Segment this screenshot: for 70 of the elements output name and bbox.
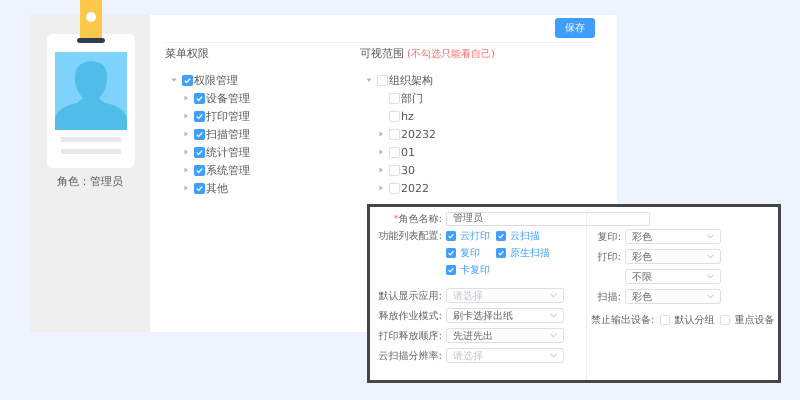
field-label: 打印:	[598, 252, 621, 262]
select-field[interactable]: 彩色	[625, 289, 721, 304]
chevron-icon	[707, 294, 714, 299]
checkbox[interactable]	[194, 164, 205, 176]
field-label: 云扫描分辨率:	[378, 350, 442, 362]
caret-icon[interactable]	[378, 149, 384, 155]
checkbox[interactable]	[496, 231, 506, 241]
required-mark: *	[394, 214, 399, 225]
checkbox[interactable]	[182, 74, 193, 86]
checkbox-label[interactable]: 重点设备	[734, 313, 774, 327]
checkbox[interactable]	[194, 146, 205, 158]
tree-item-label[interactable]: 01	[401, 146, 415, 158]
tree-item-label[interactable]: 组织架构	[389, 72, 433, 88]
caret-icon[interactable]	[183, 95, 189, 101]
select-field[interactable]: 彩色	[625, 249, 721, 264]
field-label: 功能列表配置:	[378, 230, 442, 243]
field-label: *角色名称:	[392, 213, 442, 226]
role-caption: 角色：管理员	[57, 174, 123, 189]
select-field[interactable]: 彩色	[625, 229, 721, 244]
checkbox[interactable]	[446, 248, 456, 258]
field-label: 默认显示应用:	[378, 290, 442, 302]
chevron-icon	[707, 234, 714, 239]
role-name-field[interactable]: 管理员	[446, 212, 650, 226]
section-title: 菜单权限	[165, 46, 210, 61]
caret-icon[interactable]	[378, 167, 384, 173]
tree-item-label[interactable]: 权限管理	[194, 72, 238, 88]
tree-item-label[interactable]: 系统管理	[206, 162, 250, 178]
field-label: 释放作业模式:	[378, 310, 442, 322]
chevron-icon	[550, 313, 557, 318]
tree-item-label[interactable]: 扫描管理	[206, 126, 250, 142]
caret-icon[interactable]	[183, 113, 189, 119]
select-field[interactable]: 先进先出	[446, 328, 564, 343]
tree-item-label[interactable]: 其他	[206, 180, 228, 196]
chevron-icon	[550, 353, 557, 358]
caret-icon[interactable]	[183, 131, 189, 137]
tree-item-label[interactable]: 20232	[401, 128, 436, 140]
chevron-icon	[707, 254, 714, 259]
select-field[interactable]: 不限	[625, 269, 721, 284]
caret-icon[interactable]	[171, 77, 177, 83]
checkbox[interactable]	[194, 182, 205, 194]
field-label: 禁止输出设备:	[591, 314, 654, 327]
field-label: 复印:	[598, 232, 621, 242]
chevron-icon	[707, 274, 714, 279]
tree-item-label[interactable]: 2022	[401, 182, 429, 194]
field-label: 扫描:	[598, 292, 621, 302]
checkbox[interactable]	[194, 128, 205, 140]
tree-item-label[interactable]: 设备管理	[206, 90, 250, 106]
tree-item-label[interactable]: hz	[401, 110, 414, 122]
caret-icon[interactable]	[183, 185, 189, 191]
checkbox[interactable]	[446, 231, 456, 241]
section-title: 可视范围	[360, 46, 404, 61]
tree-item-label[interactable]: 统计管理	[206, 144, 250, 160]
tree-item-label[interactable]: 30	[401, 164, 415, 176]
field-label: 打印释放顺序:	[378, 330, 442, 342]
select-field[interactable]: 刷卡选择出纸	[446, 308, 564, 323]
checkbox[interactable]	[194, 110, 205, 122]
checkbox[interactable]	[496, 248, 506, 258]
chevron-icon	[550, 333, 557, 338]
caret-icon[interactable]	[378, 131, 384, 137]
checkbox[interactable]	[446, 265, 456, 275]
tree-item-label[interactable]: 打印管理	[206, 108, 250, 124]
caret-icon[interactable]	[378, 185, 384, 191]
chevron-icon	[550, 293, 557, 298]
caret-icon[interactable]	[366, 77, 372, 83]
checkbox[interactable]	[194, 92, 205, 104]
caret-icon[interactable]	[183, 167, 189, 173]
tree-item-label[interactable]: 部门	[401, 90, 423, 106]
caret-icon[interactable]	[183, 149, 189, 155]
hint-text: (不勾选只能看自己)	[407, 48, 495, 61]
checkbox-label[interactable]: 默认分组	[674, 313, 714, 327]
